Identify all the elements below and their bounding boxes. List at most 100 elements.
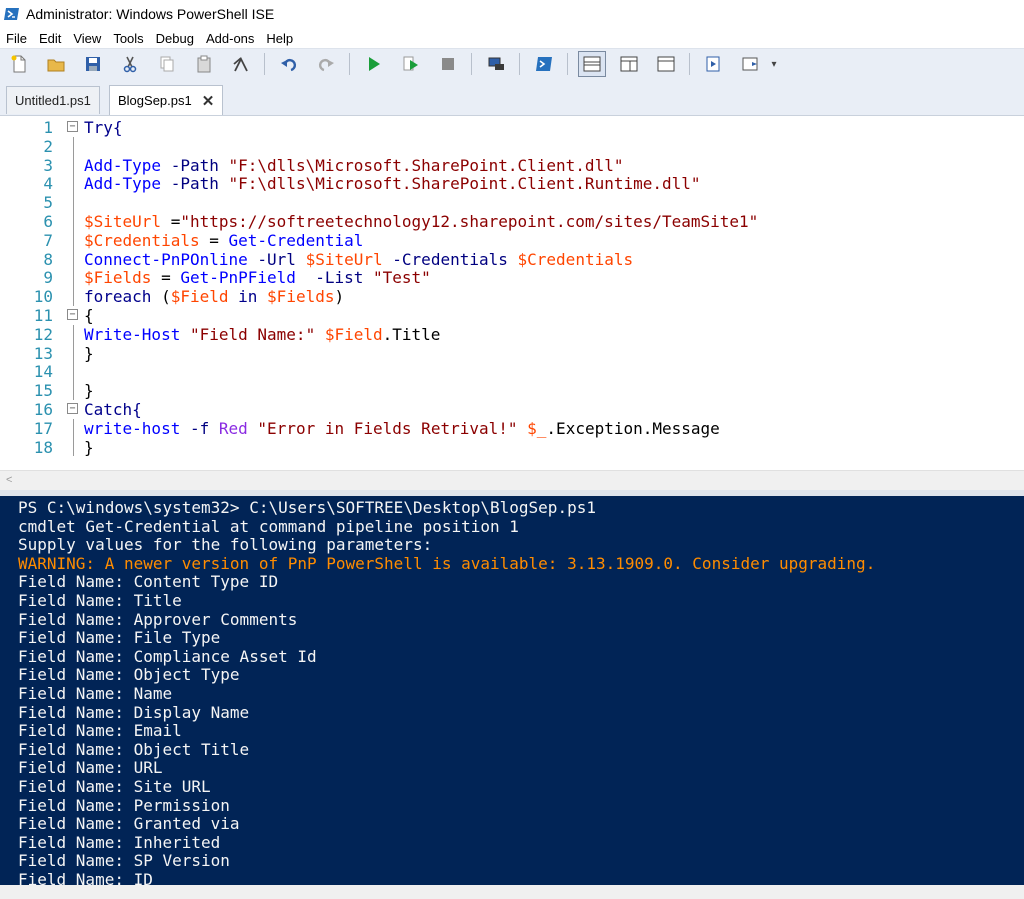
script-pane-top-icon[interactable]	[578, 51, 606, 77]
code-token: }	[84, 381, 94, 401]
code-token: $Field	[324, 324, 383, 344]
run-icon[interactable]	[361, 52, 387, 76]
fold-guide	[73, 249, 74, 269]
collapse-icon[interactable]: −	[67, 309, 78, 320]
code-token: .Title	[382, 324, 441, 344]
code-token: $Fields	[267, 287, 335, 307]
copy-icon[interactable]	[154, 52, 180, 76]
line-number: 10	[33, 287, 53, 307]
menu-edit[interactable]: Edit	[33, 31, 67, 46]
menu-view[interactable]: View	[67, 31, 107, 46]
code-token: Write-Host	[84, 324, 181, 344]
code-token: $Credentials	[84, 230, 200, 250]
script-editor[interactable]: 1− Try{2 3 Add-Type -Path "F:\dlls\Microsof…	[0, 116, 1024, 470]
console-output-line: Field Name: Site URL	[18, 777, 211, 796]
menu-tools[interactable]: Tools	[107, 31, 149, 46]
run-selection-icon[interactable]	[398, 52, 424, 76]
redo-icon[interactable]	[313, 52, 339, 76]
code-text: $SiteUrl ="https://softreetechnology12.s…	[84, 212, 758, 231]
clear-icon[interactable]	[228, 52, 254, 76]
show-command-addon-icon[interactable]	[738, 52, 764, 76]
console-output-line: Field Name: Inherited	[18, 832, 221, 852]
code-text: }	[84, 344, 94, 363]
remote-powershell-icon[interactable]	[483, 52, 509, 76]
open-icon[interactable]	[43, 52, 69, 76]
code-token: Get-Credential	[228, 230, 364, 250]
console-output-line: PS C:\windows\system32> C:\Users\SOFTREE…	[18, 498, 596, 517]
code-line: 7 $Credentials = Get-Credential	[0, 230, 1024, 250]
code-line: 3 Add-Type -Path "F:\dlls\Microsoft.Share…	[0, 155, 1024, 175]
toolbar-separator	[689, 53, 690, 75]
code-text: }	[84, 381, 94, 400]
code-token: -f	[189, 418, 210, 438]
collapse-icon[interactable]: −	[67, 121, 78, 132]
toolbar: ▾	[0, 48, 1024, 80]
code-text: Try{	[84, 118, 123, 137]
code-text: Add-Type -Path "F:\dlls\Microsoft.ShareP…	[84, 174, 701, 193]
tab-untitled1[interactable]: Untitled1.ps1	[6, 86, 100, 114]
tab-blogsep[interactable]: BlogSep.ps1 ✕	[109, 85, 224, 115]
code-text: Catch{	[84, 400, 142, 419]
more-icon[interactable]: ▾	[768, 52, 780, 76]
console-output-line: cmdlet Get-Credential at command pipelin…	[18, 516, 519, 536]
code-token: Connect-PnPOnline	[84, 249, 248, 269]
script-pane-right-icon[interactable]	[616, 52, 642, 76]
powershell-console-icon[interactable]	[531, 52, 557, 76]
code-line: 5	[0, 193, 1024, 212]
line-number: 4	[43, 174, 53, 194]
undo-icon[interactable]	[276, 52, 302, 76]
bottom-scrollbar[interactable]	[0, 885, 1024, 899]
console-output-line: Field Name: Display Name	[18, 702, 250, 722]
script-pane-maximized-icon[interactable]	[653, 52, 679, 76]
console-output-line: Field Name: File Type	[18, 628, 221, 648]
console-output-line: Field Name: Compliance Asset Id	[18, 646, 317, 666]
console-pane[interactable]: PS C:\windows\system32> C:\Users\SOFTREE…	[0, 496, 1024, 885]
code-line: 10 foreach ($Field in $Fields)	[0, 287, 1024, 306]
scroll-left-icon[interactable]: <	[6, 474, 12, 486]
code-text: $Fields = Get-PnPField -List "Test"	[84, 268, 431, 287]
tab-strip: Untitled1.ps1 BlogSep.ps1 ✕	[0, 79, 1024, 116]
horizontal-scrollbar[interactable]: <	[0, 470, 1024, 491]
new-icon[interactable]	[6, 52, 32, 76]
line-number: 11	[33, 306, 53, 325]
line-number: 5	[43, 193, 53, 213]
paste-icon[interactable]	[191, 52, 217, 76]
collapse-icon[interactable]: −	[67, 403, 78, 414]
line-number: 6	[43, 212, 53, 231]
code-token: }	[84, 343, 94, 363]
console-output-line: Field Name: Object Type	[18, 665, 240, 685]
code-token: }	[84, 437, 94, 457]
toolbar-separator	[519, 53, 520, 75]
stop-icon[interactable]	[435, 52, 461, 76]
powershell-icon	[4, 8, 19, 20]
cut-icon[interactable]	[117, 52, 143, 76]
menu-add-ons[interactable]: Add-ons	[200, 31, 260, 46]
code-token: Add-Type	[84, 155, 162, 175]
fold-guide	[73, 418, 74, 438]
code-line: 18}	[0, 437, 1024, 457]
fold-guide	[73, 343, 74, 363]
code-token: -Credentials	[392, 249, 508, 269]
code-line: 8 Connect-PnPOnline -Url $SiteUrl -Creden…	[0, 249, 1024, 269]
menu-bar: File Edit View Tools Debug Add-ons Help	[0, 28, 1024, 48]
console-output-line: Field Name: SP Version	[18, 851, 230, 871]
save-icon[interactable]	[80, 52, 106, 76]
fold-guide	[73, 193, 74, 212]
close-icon[interactable]: ✕	[202, 92, 215, 110]
menu-debug[interactable]: Debug	[150, 31, 200, 46]
line-number: 17	[33, 418, 53, 438]
menu-help[interactable]: Help	[260, 31, 299, 46]
fold-guide	[73, 268, 74, 288]
code-text: Add-Type -Path "F:\dlls\Microsoft.ShareP…	[84, 156, 623, 175]
show-command-window-icon[interactable]	[701, 52, 727, 76]
code-line: 15}	[0, 381, 1024, 400]
console-output-line: Field Name: Title	[18, 591, 182, 610]
menu-file[interactable]: File	[0, 31, 33, 46]
